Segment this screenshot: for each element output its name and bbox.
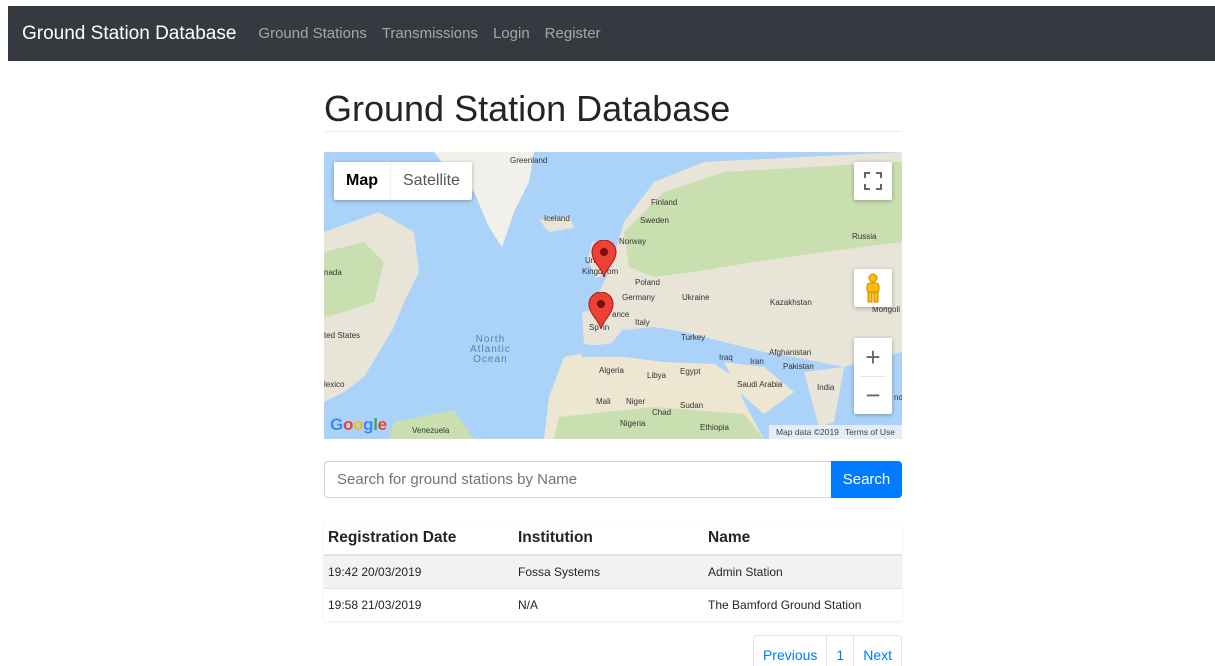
navbar-brand[interactable]: Ground Station Database	[22, 23, 236, 45]
fullscreen-button[interactable]	[854, 162, 892, 200]
fullscreen-icon	[864, 172, 882, 190]
column-header-institution: Institution	[514, 522, 704, 556]
main-container: Ground Station Database Greenland Icelan…	[324, 86, 902, 666]
cell-institution: Fossa Systems	[514, 554, 704, 588]
map-label-ocean: North Atlantic Ocean	[470, 334, 511, 365]
cell-name: The Bamford Ground Station	[704, 587, 902, 621]
nav-link-register[interactable]: Register	[545, 25, 601, 42]
map-label-ukraine: Ukraine	[682, 293, 710, 302]
map-pin-uk[interactable]	[591, 240, 617, 278]
google-logo[interactable]: Google	[330, 415, 387, 435]
map-label-italy: Italy	[635, 318, 650, 327]
map-label-niger: Niger	[626, 397, 646, 406]
zoom-separator	[860, 376, 886, 377]
map-type-satellite-button[interactable]: Satellite	[390, 162, 472, 200]
ground-stations-table: Registration Date Institution Name 19:42…	[324, 522, 902, 621]
map-label-nigeria: Nigeria	[620, 419, 646, 428]
street-view-button[interactable]	[854, 269, 892, 307]
map-label-nd: nd	[894, 393, 902, 402]
nav-link-transmissions[interactable]: Transmissions	[382, 25, 478, 42]
map-label-iraq: Iraq	[719, 353, 733, 362]
column-header-registration-date: Registration Date	[324, 522, 514, 556]
map-label-saudi-arabia: Saudi Arabia	[737, 380, 783, 389]
map-label-canada: nada	[324, 268, 342, 277]
column-header-name: Name	[704, 522, 902, 556]
map-label-finland: Finland	[651, 198, 678, 207]
map-label-iran: Iran	[750, 357, 764, 366]
map-attribution: Map data ©2019 Terms of Use	[768, 425, 902, 439]
map-label-ethiopia: Ethiopia	[700, 423, 729, 432]
cell-institution: N/A	[514, 587, 704, 621]
map-type-map-button[interactable]: Map	[334, 162, 390, 200]
map-label-mali: Mali	[596, 397, 611, 406]
map-label-mexico: lexico	[324, 380, 345, 389]
nav-link-login[interactable]: Login	[493, 25, 530, 42]
map-label-algeria: Algeria	[599, 366, 624, 375]
page-title: Ground Station Database	[324, 86, 902, 132]
pagination-previous[interactable]: Previous	[752, 635, 828, 666]
cell-registration-date: 19:58 21/03/2019	[324, 587, 514, 621]
map-label-iceland: Iceland	[544, 214, 570, 223]
map-label-turkey: Turkey	[681, 333, 706, 342]
nav-link-ground-stations[interactable]: Ground Stations	[258, 25, 366, 42]
search-bar: Search	[324, 461, 902, 498]
map-label-france: ance	[612, 310, 630, 319]
search-button[interactable]: Search	[831, 461, 902, 498]
terms-of-use-link[interactable]: Terms of Use	[842, 427, 898, 437]
map-label-united-states: ted States	[324, 331, 361, 340]
map-label-poland: Poland	[635, 278, 660, 287]
map-label-egypt: Egypt	[680, 367, 701, 376]
pagination-next[interactable]: Next	[853, 635, 902, 666]
map-label-sweden: Sweden	[640, 216, 669, 225]
map-label-libya: Libya	[647, 371, 667, 380]
table-row[interactable]: 19:58 21/03/2019 N/A The Bamford Ground …	[324, 587, 902, 621]
map-label-germany: Germany	[622, 293, 655, 302]
map-label-india: India	[817, 383, 835, 392]
navbar: Ground Station Database Ground Stations …	[8, 6, 1215, 61]
search-input[interactable]	[324, 461, 831, 498]
pagination: Previous 1 Next	[752, 635, 902, 666]
map-label-greenland: Greenland	[510, 156, 548, 165]
zoom-out-button[interactable]: −	[854, 376, 892, 414]
map-label-chad: Chad	[652, 408, 672, 417]
pegman-icon	[866, 273, 880, 303]
map-label-norway: Norway	[619, 237, 647, 246]
table-header-row: Registration Date Institution Name	[324, 522, 902, 556]
map-pin-spain[interactable]	[588, 292, 614, 330]
map-label-afghanistan: Afghanistan	[769, 348, 812, 357]
zoom-control: + −	[854, 338, 892, 414]
pagination-page-1[interactable]: 1	[826, 635, 855, 666]
ground-station-map[interactable]: Greenland Iceland Finland Sweden Norway …	[324, 152, 902, 439]
map-label-venezuela: Venezuela	[412, 426, 450, 435]
map-type-control: Map Satellite	[334, 162, 472, 200]
map-label-russia: Russia	[852, 232, 877, 241]
map-data-text: Map data ©2019	[775, 427, 839, 437]
zoom-in-button[interactable]: +	[854, 338, 892, 376]
cell-registration-date: 19:42 20/03/2019	[324, 554, 514, 588]
table-row[interactable]: 19:42 20/03/2019 Fossa Systems Admin Sta…	[324, 554, 902, 588]
map-label-kazakhstan: Kazakhstan	[770, 298, 812, 307]
cell-name: Admin Station	[704, 554, 902, 588]
map-label-sudan: Sudan	[680, 401, 704, 410]
map-label-pakistan: Pakistan	[783, 362, 814, 371]
